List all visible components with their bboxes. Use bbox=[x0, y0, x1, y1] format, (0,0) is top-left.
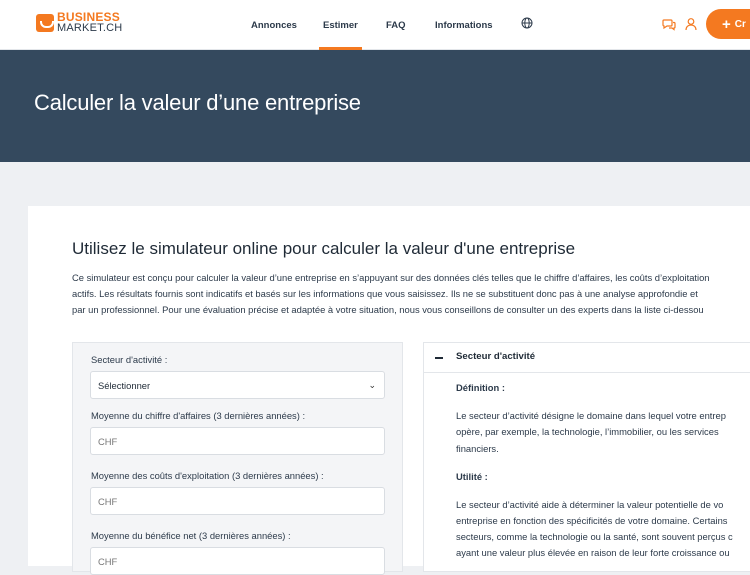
collapse-icon bbox=[435, 357, 443, 359]
sector-select-value: Sélectionner bbox=[98, 379, 151, 391]
definition-line: opère, par exemple, la technologie, l’im… bbox=[456, 426, 719, 437]
chat-icon[interactable] bbox=[662, 17, 676, 31]
info-accordion: Secteur d'activité Définition : Le secte… bbox=[423, 342, 750, 572]
create-listing-button[interactable]: + Cr bbox=[706, 9, 750, 39]
utility-line: Le secteur d’activité aide à déterminer … bbox=[456, 499, 724, 510]
costs-input[interactable]: CHF bbox=[90, 487, 385, 515]
costs-label: Moyenne des coûts d'exploitation (3 dern… bbox=[91, 470, 324, 481]
revenue-input[interactable]: CHF bbox=[90, 427, 385, 455]
definition-line: Le secteur d’activité désigne le domaine… bbox=[456, 410, 726, 421]
hero-banner: Calculer la valeur d’une entreprise bbox=[0, 50, 750, 162]
page-title: Calculer la valeur d’une entreprise bbox=[34, 90, 361, 115]
profit-label: Moyenne du bénéfice net (3 dernières ann… bbox=[91, 530, 291, 541]
nav-informations[interactable]: Informations bbox=[435, 0, 493, 50]
utility-line: entreprise en fonction des spécificités … bbox=[456, 515, 728, 526]
user-icon[interactable] bbox=[684, 17, 698, 31]
utility-heading: Utilité : bbox=[456, 471, 488, 482]
sector-select[interactable]: Sélectionner ⌄ bbox=[90, 371, 385, 399]
nav-estimer[interactable]: Estimer bbox=[319, 0, 362, 50]
definition-line: financiers. bbox=[456, 443, 499, 454]
valuation-form: Secteur d'activité : Sélectionner ⌄ Moye… bbox=[72, 342, 403, 575]
plus-icon: + bbox=[722, 15, 731, 33]
simulator-intro: Ce simulateur est conçu pour calculer la… bbox=[72, 270, 750, 318]
accordion-title: Secteur d'activité bbox=[456, 351, 536, 362]
simulator-title: Utilisez le simulateur online pour calcu… bbox=[72, 239, 576, 258]
utility-line: ayant une valeur plus élevée en raison d… bbox=[456, 547, 730, 558]
utility-line: secteurs, comme la technologie ou la san… bbox=[456, 531, 733, 542]
site-header: BUSINESS MARKET.CH Annonces Estimer FAQ … bbox=[0, 0, 750, 50]
globe-icon[interactable] bbox=[521, 17, 533, 29]
chevron-down-icon: ⌄ bbox=[368, 379, 376, 390]
site-logo[interactable]: BUSINESS MARKET.CH bbox=[36, 11, 123, 34]
accordion-header-sector[interactable]: Secteur d'activité bbox=[424, 343, 750, 373]
intro-line: par un professionnel. Pour une évaluatio… bbox=[72, 304, 704, 315]
sector-label: Secteur d'activité : bbox=[91, 354, 168, 365]
definition-heading: Définition : bbox=[456, 382, 505, 393]
profit-input[interactable]: CHF bbox=[90, 547, 385, 575]
create-listing-label: Cr bbox=[734, 18, 746, 30]
revenue-label: Moyenne du chiffre d'affaires (3 dernièr… bbox=[91, 410, 306, 421]
nav-faq[interactable]: FAQ bbox=[386, 0, 406, 50]
nav-annonces[interactable]: Annonces bbox=[251, 0, 297, 50]
intro-line: actifs. Les résultats fournis sont indic… bbox=[72, 288, 698, 299]
logo-mark-icon bbox=[36, 14, 54, 32]
intro-line: Ce simulateur est conçu pour calculer la… bbox=[72, 272, 710, 283]
logo-text-bottom: MARKET.CH bbox=[57, 22, 123, 34]
